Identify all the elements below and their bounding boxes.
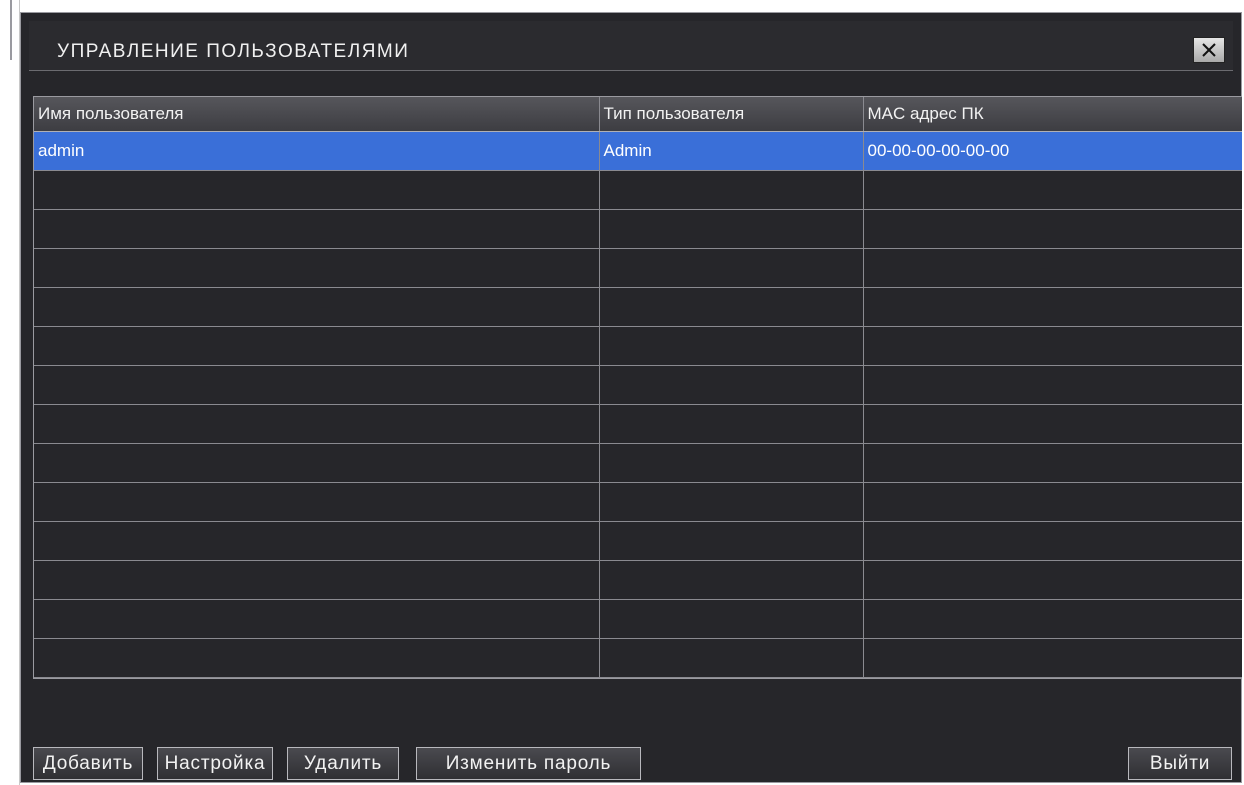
cell-user-type bbox=[599, 404, 864, 444]
cell-username bbox=[34, 404, 600, 444]
dialog-titlebar: УПРАВЛЕНИЕ ПОЛЬЗОВАТЕЛЯМИ bbox=[29, 21, 1233, 71]
cell-username bbox=[34, 365, 600, 405]
user-management-dialog: УПРАВЛЕНИЕ ПОЛЬЗОВАТЕЛЯМИ Имя пользовате… bbox=[20, 12, 1242, 783]
table-row[interactable] bbox=[34, 521, 1242, 561]
change-password-button[interactable]: Изменить пароль bbox=[416, 747, 641, 780]
table-row[interactable] bbox=[34, 482, 1242, 522]
cell-mac-address: 00-00-00-00-00-00 bbox=[863, 131, 1242, 171]
column-header-user-type[interactable]: Тип пользователя bbox=[599, 97, 864, 132]
close-icon bbox=[1202, 43, 1216, 57]
cell-username bbox=[34, 287, 600, 327]
table-row[interactable] bbox=[34, 248, 1242, 288]
cell-user-type bbox=[599, 248, 864, 288]
users-table: Имя пользователя Тип пользователя MAC ад… bbox=[34, 97, 1242, 678]
left-edge-divider bbox=[10, 0, 12, 60]
dialog-title: УПРАВЛЕНИЕ ПОЛЬЗОВАТЕЛЯМИ bbox=[57, 41, 410, 62]
cell-user-type bbox=[599, 638, 864, 678]
cell-user-type bbox=[599, 599, 864, 639]
cell-user-type bbox=[599, 287, 864, 327]
close-button[interactable] bbox=[1193, 37, 1225, 63]
cell-mac-address bbox=[863, 599, 1242, 639]
column-header-username[interactable]: Имя пользователя bbox=[34, 97, 600, 132]
cell-mac-address bbox=[863, 365, 1242, 405]
table-row[interactable] bbox=[34, 443, 1242, 483]
table-row[interactable] bbox=[34, 404, 1242, 444]
table-row[interactable] bbox=[34, 638, 1242, 678]
cell-user-type bbox=[599, 326, 864, 366]
table-row[interactable] bbox=[34, 170, 1242, 210]
cell-mac-address bbox=[863, 248, 1242, 288]
table-row[interactable] bbox=[34, 326, 1242, 366]
cell-mac-address bbox=[863, 209, 1242, 249]
cell-mac-address bbox=[863, 170, 1242, 210]
cell-username bbox=[34, 170, 600, 210]
cell-username bbox=[34, 599, 600, 639]
cell-mac-address bbox=[863, 326, 1242, 366]
table-row[interactable] bbox=[34, 287, 1242, 327]
cell-mac-address bbox=[863, 638, 1242, 678]
cell-username bbox=[34, 521, 600, 561]
table-header-row: Имя пользователя Тип пользователя MAC ад… bbox=[34, 97, 1242, 132]
cell-user-type bbox=[599, 170, 864, 210]
table-row[interactable] bbox=[34, 599, 1242, 639]
cell-mac-address bbox=[863, 287, 1242, 327]
cell-username bbox=[34, 248, 600, 288]
exit-button[interactable]: Выйти bbox=[1128, 747, 1232, 780]
cell-username bbox=[34, 443, 600, 483]
cell-user-type: Admin bbox=[599, 131, 864, 171]
cell-username bbox=[34, 482, 600, 522]
settings-button[interactable]: Настройка bbox=[157, 747, 273, 780]
add-button[interactable]: Добавить bbox=[33, 747, 143, 780]
cell-username bbox=[34, 560, 600, 600]
cell-username bbox=[34, 326, 600, 366]
cell-user-type bbox=[599, 209, 864, 249]
table-row[interactable] bbox=[34, 209, 1242, 249]
column-header-mac-address[interactable]: MAC адрес ПК bbox=[863, 97, 1242, 132]
cell-mac-address bbox=[863, 404, 1242, 444]
table-row[interactable] bbox=[34, 365, 1242, 405]
users-table-container: Имя пользователя Тип пользователя MAC ад… bbox=[33, 96, 1242, 679]
cell-mac-address bbox=[863, 560, 1242, 600]
delete-button[interactable]: Удалить bbox=[287, 747, 399, 780]
cell-mac-address bbox=[863, 521, 1242, 561]
table-row[interactable] bbox=[34, 560, 1242, 600]
cell-username: admin bbox=[34, 131, 600, 171]
cell-user-type bbox=[599, 482, 864, 522]
cell-username bbox=[34, 638, 600, 678]
cell-user-type bbox=[599, 521, 864, 561]
cell-username bbox=[34, 209, 600, 249]
left-panel-edge bbox=[0, 0, 20, 785]
cell-mac-address bbox=[863, 443, 1242, 483]
cell-user-type bbox=[599, 365, 864, 405]
cell-mac-address bbox=[863, 482, 1242, 522]
cell-user-type bbox=[599, 443, 864, 483]
cell-user-type bbox=[599, 560, 864, 600]
table-row[interactable]: admin Admin 00-00-00-00-00-00 bbox=[34, 131, 1242, 171]
